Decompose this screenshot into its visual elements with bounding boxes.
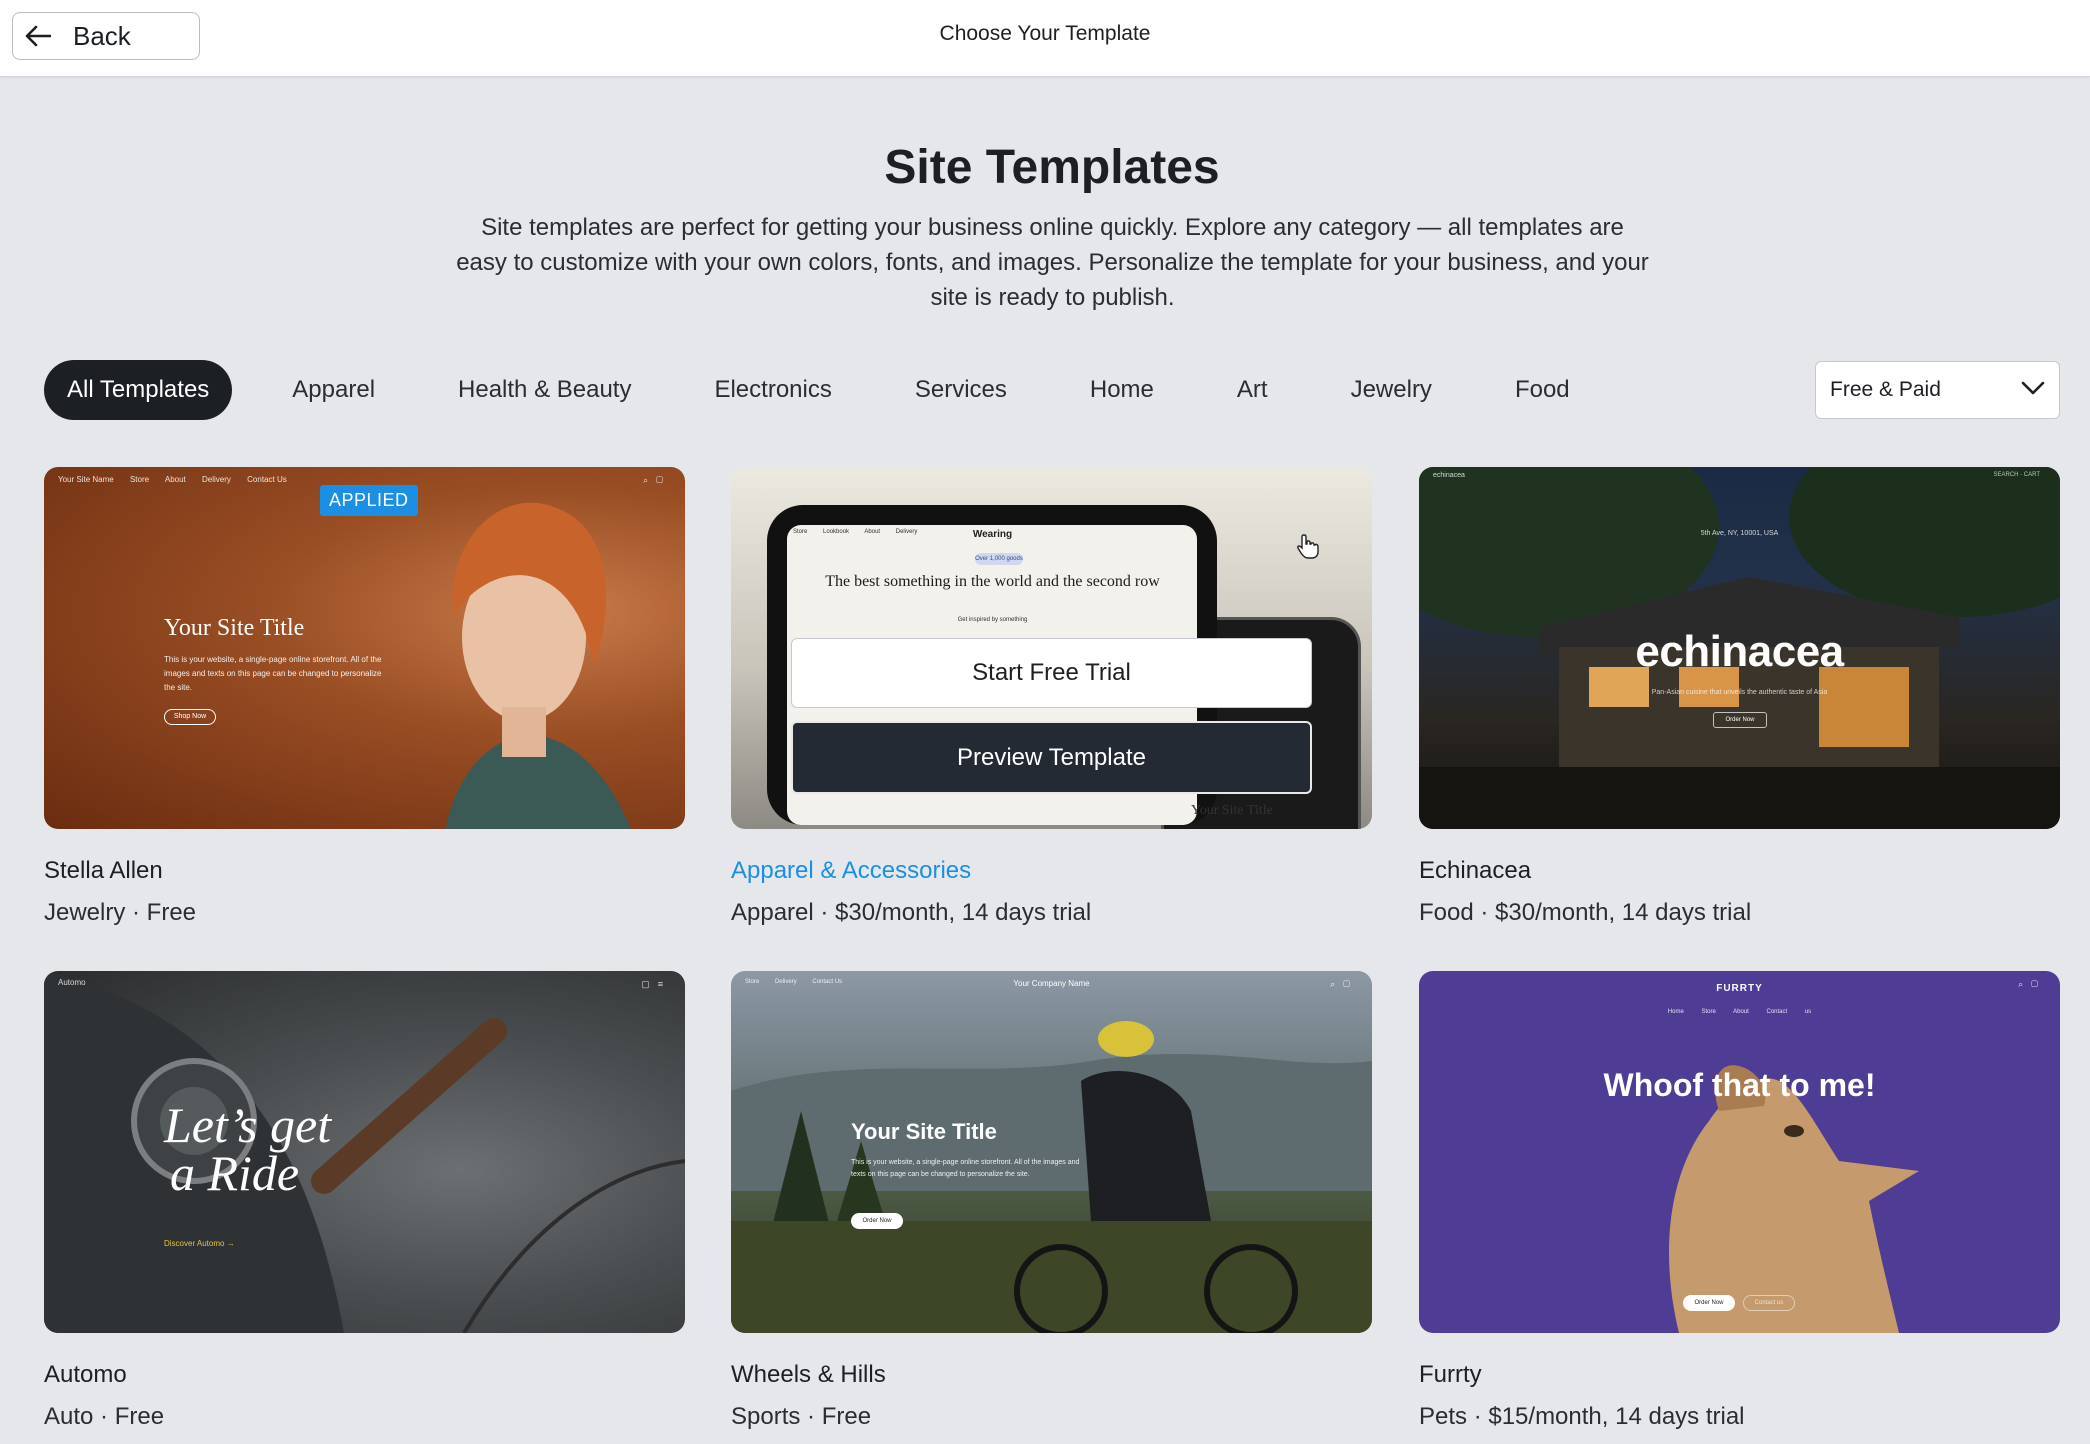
- chevron-down-icon: [2021, 381, 2045, 395]
- preview-brand: FURRTY: [1716, 983, 1763, 994]
- tab-services[interactable]: Services: [892, 360, 1030, 420]
- template-card-apparel-accessories[interactable]: Store Lookbook About Delivery Wearing Ov…: [731, 467, 1372, 926]
- preview-footer: Your Site Title: [1191, 803, 1273, 818]
- preview-title-line: Let’s get: [164, 1097, 332, 1153]
- hand-cursor-icon: [1297, 534, 1319, 559]
- preview-brand: Wearing: [972, 529, 1013, 540]
- tab-home[interactable]: Home: [1067, 360, 1177, 420]
- tab-jewelry[interactable]: Jewelry: [1328, 360, 1455, 420]
- cyclist-image: [731, 1021, 1372, 1333]
- template-card-automo[interactable]: Automo ▢≡ Let’s get a Ride Discover Auto…: [44, 971, 685, 1430]
- preview-company-name: Your Company Name: [1013, 979, 1090, 988]
- preview-button: Order Now: [1683, 1295, 1735, 1311]
- preview-nav: Home Store About Contact us: [1667, 1009, 1812, 1015]
- portrait-image: [445, 502, 631, 829]
- preview-address: 5th Ave, NY, 10001, USA: [1700, 530, 1779, 537]
- template-meta: Sports · Free: [731, 1403, 872, 1430]
- template-preview[interactable]: Store Delivery Contact Us Your Company N…: [731, 971, 1372, 1333]
- preview-logo: echinacea: [1433, 472, 1465, 479]
- template-meta: Auto · Free: [44, 1403, 165, 1430]
- template-card-stella-allen[interactable]: Your Site Name Store About Delivery Cont…: [44, 467, 685, 926]
- preview-nav-item: About: [164, 475, 186, 484]
- preview-link: Discover Automo →: [164, 1239, 235, 1248]
- template-preview[interactable]: Automo ▢≡ Let’s get a Ride Discover Auto…: [44, 971, 685, 1333]
- preview-subtext: Pan-Asian cuisine that unveils the authe…: [1651, 689, 1828, 696]
- car-image: [44, 971, 685, 1333]
- preview-site-name: Your Site Name: [58, 475, 114, 484]
- top-bar: Back Choose Your Template: [0, 0, 2090, 77]
- preview-text: This is your website, a single-page onli…: [851, 1159, 1080, 1178]
- template-meta: Jewelry · Free: [44, 899, 197, 926]
- preview-icons: ⌕▢: [2018, 979, 2046, 989]
- preview-template-button[interactable]: Preview Template: [791, 721, 1312, 794]
- preview-button-secondary: Contact us: [1743, 1295, 1795, 1311]
- price-filter-select[interactable]: Free & Paid: [1815, 361, 2060, 419]
- template-meta: Pets · $15/month, 14 days trial: [1419, 1403, 1745, 1430]
- preview-icons: ▢≡: [641, 979, 671, 989]
- tab-apparel[interactable]: Apparel: [269, 360, 398, 420]
- template-name[interactable]: Wheels & Hills: [731, 1361, 886, 1389]
- template-card-furrty[interactable]: FURRTY ⌕▢ Home Store About Contact us Wh…: [1419, 971, 2060, 1430]
- preview-nav-item: Contact Us: [247, 475, 287, 484]
- hero-title: Site Templates: [884, 141, 1220, 194]
- tab-art[interactable]: Art: [1214, 360, 1291, 420]
- preview-nav-item: Delivery: [202, 475, 231, 484]
- preview-button: Order Now: [851, 1213, 903, 1229]
- template-preview[interactable]: FURRTY ⌕▢ Home Store About Contact us Wh…: [1419, 971, 2060, 1333]
- preview-icons: ⌕▢: [643, 475, 671, 485]
- category-tabs: All Templates Apparel Health & Beauty El…: [44, 360, 1630, 420]
- template-meta: Food · $30/month, 14 days trial: [1419, 899, 1752, 926]
- preview-right-nav: SEARCH · CART: [1993, 472, 2040, 478]
- preview-icons: ⌕▢: [1330, 979, 1358, 989]
- start-free-trial-button[interactable]: Start Free Trial: [791, 638, 1312, 708]
- template-preview[interactable]: Store Lookbook About Delivery Wearing Ov…: [731, 467, 1372, 829]
- preview-button: Order Now: [1713, 712, 1767, 728]
- template-name[interactable]: Automo: [44, 1361, 127, 1389]
- template-meta: Apparel · $30/month, 14 days trial: [731, 899, 1092, 926]
- template-name[interactable]: Apparel & Accessories: [731, 857, 971, 885]
- preview-button: Shop Now: [164, 709, 216, 725]
- preview-title: Let’s get a Ride: [164, 1097, 332, 1201]
- preview-pill: Over 1,000 goods: [975, 553, 1023, 565]
- preview-title: echinacea: [1635, 627, 1844, 676]
- preview-text: This is your website, a single-page onli…: [164, 655, 382, 692]
- template-card-echinacea[interactable]: echinacea SEARCH · CART 5th Ave, NY, 100…: [1419, 467, 2060, 926]
- price-filter-value: Free & Paid: [1830, 378, 1941, 401]
- preview-logo: Automo: [58, 978, 86, 987]
- preview-title-line: a Ride: [170, 1145, 300, 1201]
- preview-title: Your Site Title: [851, 1119, 997, 1144]
- preview-subtext: Get inspired by something: [957, 617, 1028, 623]
- preview-title: Whoof that to me!: [1603, 1067, 1876, 1103]
- applied-badge: APPLIED: [320, 485, 418, 516]
- tab-health-beauty[interactable]: Health & Beauty: [435, 360, 654, 420]
- template-preview[interactable]: echinacea SEARCH · CART 5th Ave, NY, 100…: [1419, 467, 2060, 829]
- preview-title: Your Site Title: [164, 615, 305, 641]
- preview-nav-item: Store: [129, 475, 150, 484]
- template-name[interactable]: Furrty: [1419, 1361, 1482, 1389]
- tab-food[interactable]: Food: [1492, 360, 1593, 420]
- preview-nav: Your Site Name Store About Delivery Cont…: [58, 475, 301, 484]
- hero-description: Site templates are perfect for getting y…: [456, 214, 1649, 311]
- template-preview[interactable]: Your Site Name Store About Delivery Cont…: [44, 467, 685, 829]
- template-name[interactable]: Stella Allen: [44, 857, 163, 885]
- preview-heading: The best something in the world and the …: [825, 573, 1160, 590]
- page-title: Choose Your Template: [939, 22, 1151, 45]
- template-card-wheels-hills[interactable]: Store Delivery Contact Us Your Company N…: [731, 971, 1372, 1430]
- template-name[interactable]: Echinacea: [1419, 857, 1531, 885]
- tab-electronics[interactable]: Electronics: [691, 360, 854, 420]
- dog-image: [1669, 1065, 1919, 1333]
- tab-all-templates[interactable]: All Templates: [44, 360, 233, 420]
